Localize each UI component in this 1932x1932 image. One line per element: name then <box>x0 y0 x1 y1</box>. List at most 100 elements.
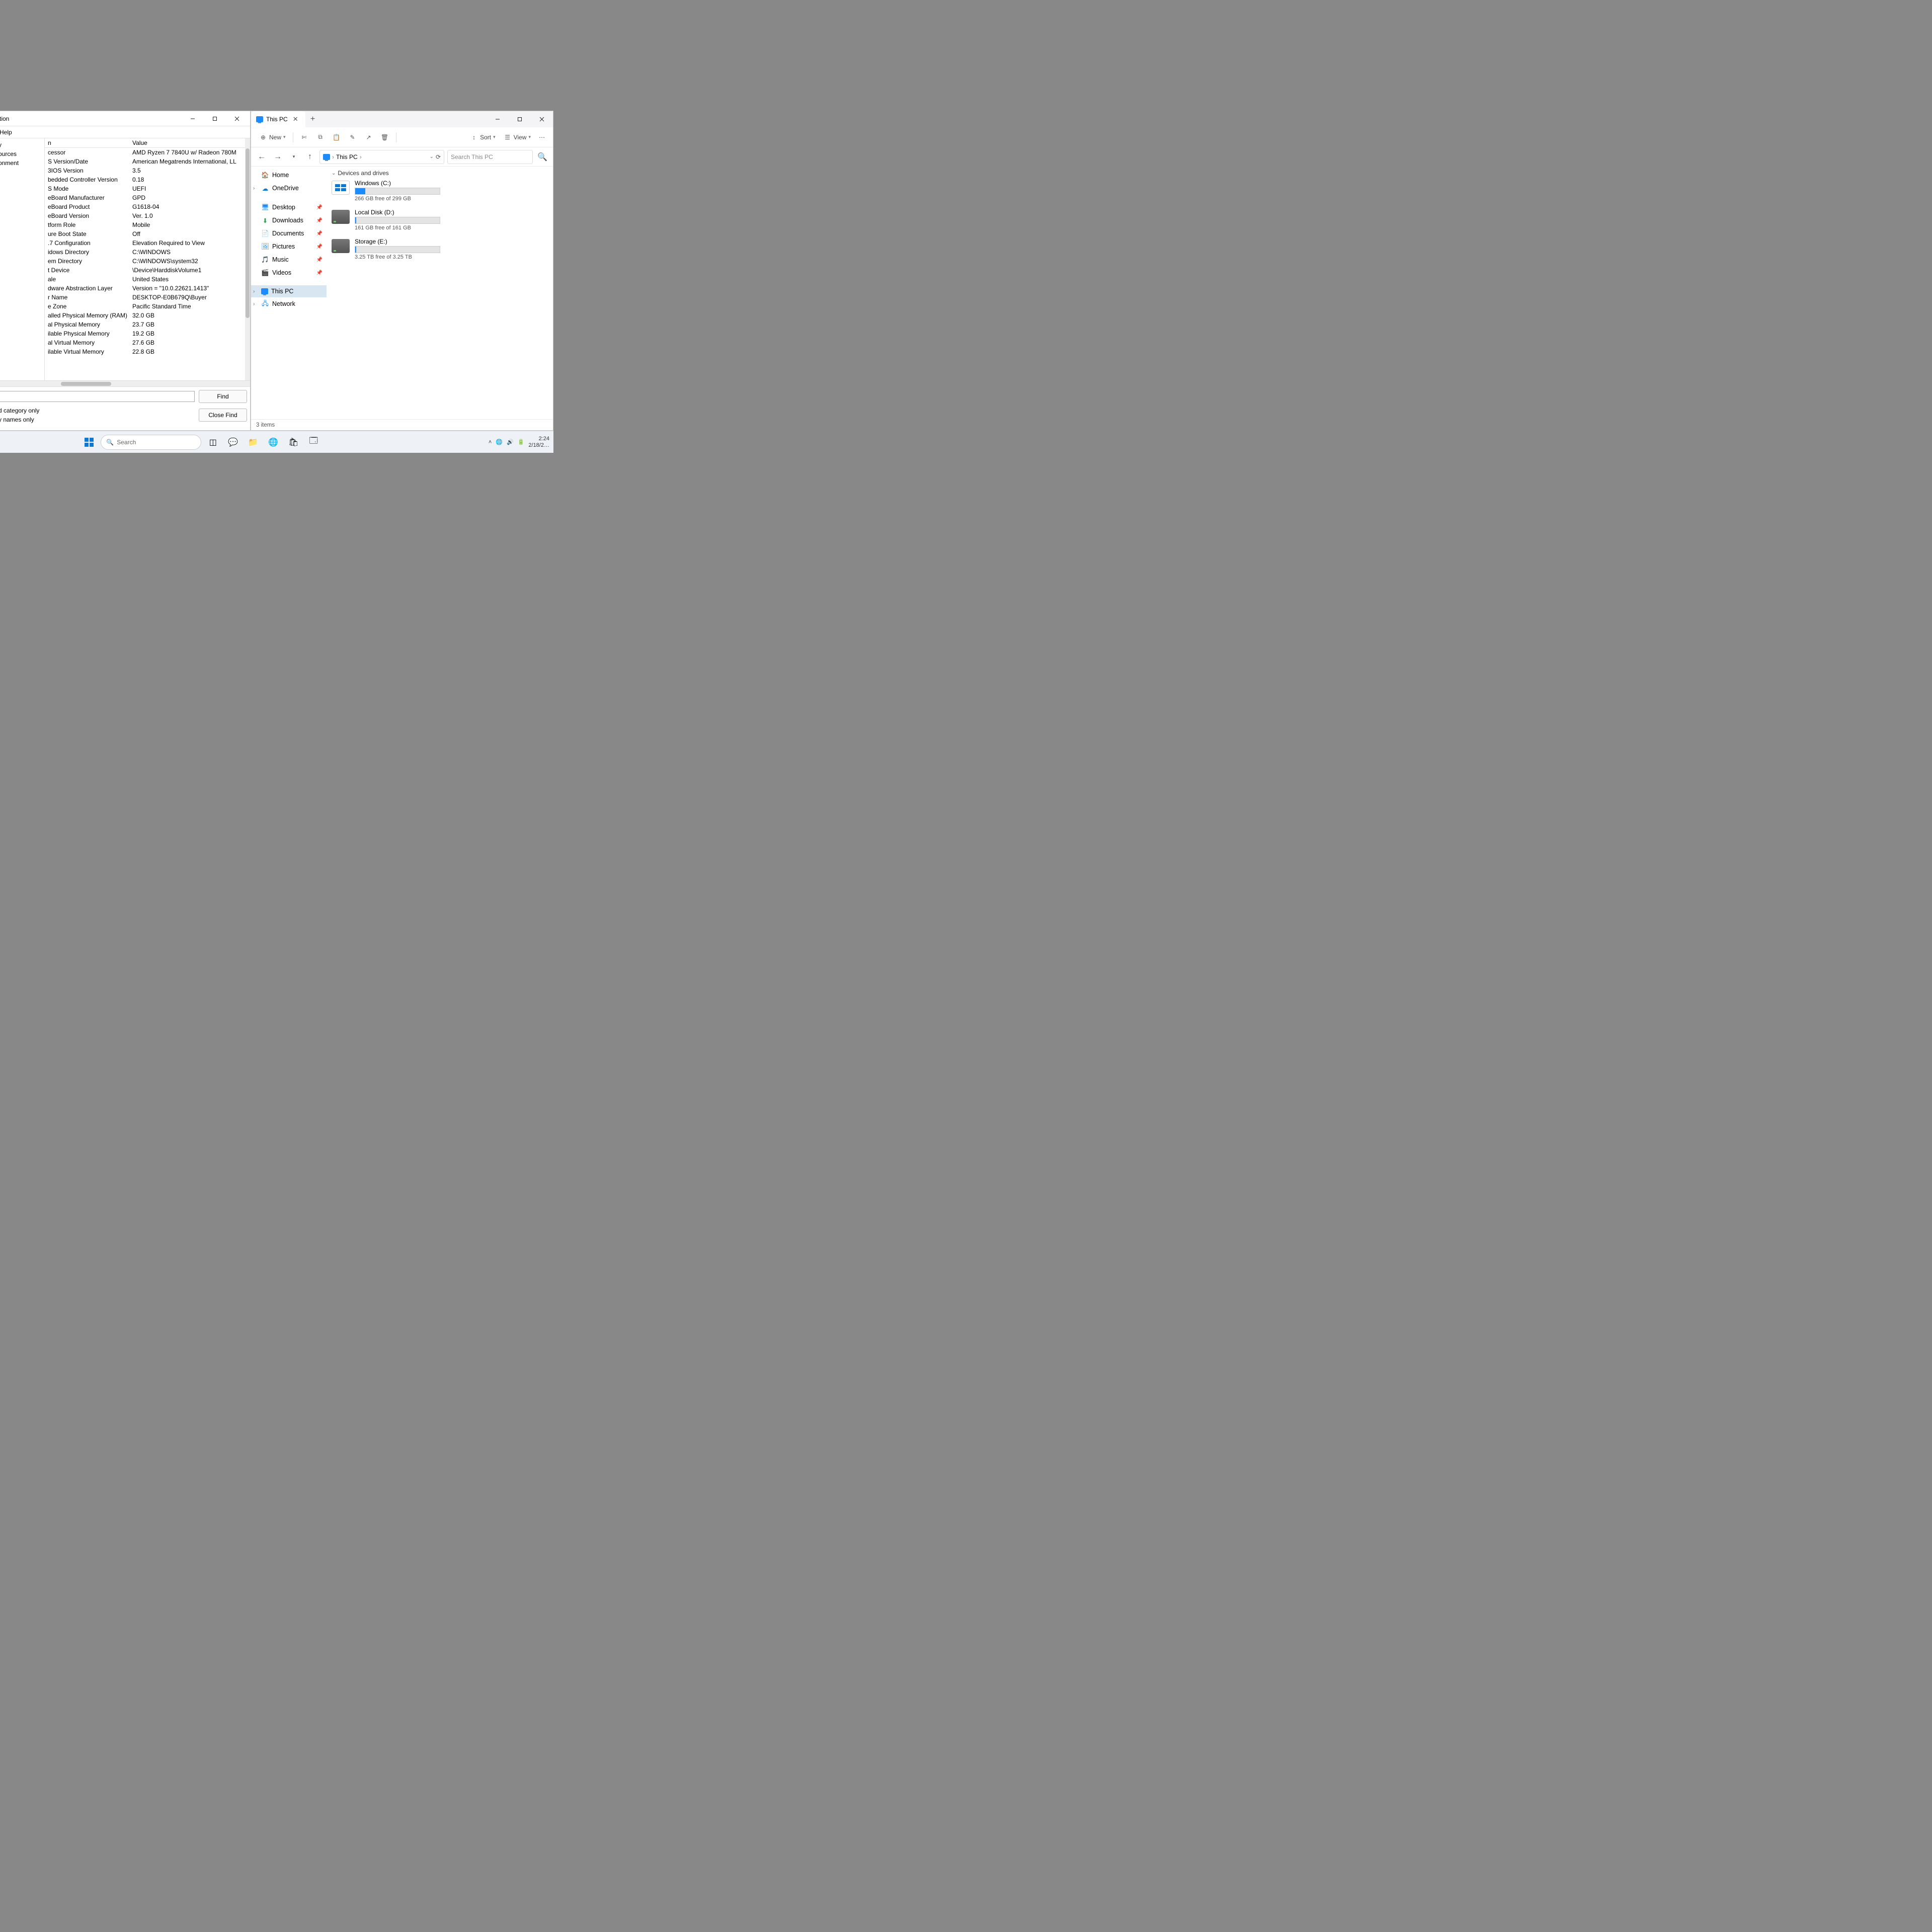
property-row[interactable]: eBoard ProductG1618-04 <box>45 202 245 211</box>
breadcrumb-item[interactable]: This PC <box>336 153 358 160</box>
col-item[interactable]: n <box>48 139 132 146</box>
property-row[interactable]: cessorAMD Ryzen 7 7840U w/ Radeon 780M <box>45 148 245 157</box>
start-button[interactable] <box>80 434 98 451</box>
system-tray[interactable]: ˄ 🌐 🔊 🔋 <box>489 439 525 445</box>
explorer-content[interactable]: ⌄ Devices and drives Windows (C:)266 GB … <box>327 167 553 419</box>
taskbar-app-generic[interactable]: 🗔 <box>305 434 322 451</box>
property-row[interactable]: eBoard ManufacturerGPD <box>45 193 245 202</box>
property-row[interactable]: em DirectoryC:\WINDOWS\system32 <box>45 257 245 266</box>
taskbar-app-explorer[interactable]: 📁 <box>245 434 262 451</box>
taskbar-clock[interactable]: 2:24 2/18/2… <box>528 436 549 448</box>
drive-item[interactable]: Storage (E:)3.25 TB free of 3.25 TB <box>332 238 548 260</box>
property-row[interactable]: aleUnited States <box>45 275 245 284</box>
property-row[interactable]: eBoard VersionVer. 1.0 <box>45 211 245 220</box>
maximize-button[interactable] <box>204 112 226 126</box>
close-find-button[interactable]: Close Find <box>199 409 247 422</box>
tree-item[interactable]: y <box>0 140 43 149</box>
copy-button[interactable]: ⧉ <box>313 131 328 143</box>
new-tab-button[interactable]: + <box>305 115 320 124</box>
tab-close-button[interactable]: ✕ <box>291 115 300 123</box>
drive-item[interactable]: Windows (C:)266 GB free of 299 GB <box>332 180 548 202</box>
search-placeholder: Search This PC <box>451 153 493 160</box>
share-button[interactable]: ↗ <box>362 131 376 143</box>
property-row[interactable]: ilable Physical Memory19.2 GB <box>45 329 245 338</box>
taskbar-search[interactable]: 🔍 Search <box>101 435 201 450</box>
property-row[interactable]: e ZonePacific Standard Time <box>45 302 245 311</box>
battery-icon[interactable]: 🔋 <box>518 439 525 445</box>
property-row[interactable]: ure Boot StateOff <box>45 229 245 238</box>
property-row[interactable]: 3IOS Version3.5 <box>45 166 245 175</box>
drive-item[interactable]: Local Disk (D:)161 GB free of 161 GB <box>332 209 548 231</box>
tree-item[interactable]: onment <box>0 158 43 168</box>
property-row[interactable]: bedded Controller Version0.18 <box>45 175 245 184</box>
chevron-right-icon[interactable]: › <box>253 186 255 191</box>
property-row[interactable]: r NameDESKTOP-E0B679Q\Buyer <box>45 293 245 302</box>
property-row[interactable]: t Device\Device\HarddiskVolume1 <box>45 266 245 275</box>
forward-button[interactable]: → <box>271 150 284 164</box>
col-value[interactable]: Value <box>132 139 242 146</box>
property-row[interactable]: idows DirectoryC:\WINDOWS <box>45 248 245 257</box>
search-input[interactable]: Search This PC <box>447 150 533 164</box>
delete-button[interactable]: 🗑 <box>378 131 392 143</box>
property-row[interactable]: ilable Virtual Memory22.8 GB <box>45 347 245 356</box>
recent-button[interactable]: ▾ <box>287 150 300 164</box>
nav-pictures[interactable]: 🖼Pictures📌 <box>251 240 327 253</box>
new-button[interactable]: ⊕ New ▾ <box>256 131 289 143</box>
find-option-category[interactable]: d category only <box>0 406 195 415</box>
scrollbar-vertical[interactable] <box>245 138 250 380</box>
close-button[interactable] <box>226 112 248 126</box>
group-devices-drives[interactable]: ⌄ Devices and drives <box>332 170 548 177</box>
taskbar-app-edge[interactable]: 🌐 <box>265 434 282 451</box>
more-button[interactable]: ⋯ <box>536 132 548 143</box>
property-row[interactable]: alled Physical Memory (RAM)32.0 GB <box>45 311 245 320</box>
nav-music[interactable]: 🎵Music📌 <box>251 253 327 266</box>
find-option-names[interactable]: y names only <box>0 415 195 424</box>
tree-item[interactable]: ources <box>0 149 43 158</box>
refresh-button[interactable]: ⟳ <box>436 153 441 160</box>
chevron-right-icon[interactable]: › <box>253 301 255 307</box>
property-row[interactable]: al Virtual Memory27.6 GB <box>45 338 245 347</box>
nav-downloads[interactable]: ⬇Downloads📌 <box>251 214 327 227</box>
sort-button[interactable]: ↕ Sort ▾ <box>467 131 499 143</box>
minimize-button[interactable] <box>487 112 509 126</box>
task-view-button[interactable]: ◫ <box>204 434 221 451</box>
property-row[interactable]: S ModeUEFI <box>45 184 245 193</box>
close-button[interactable] <box>531 112 553 126</box>
nav-documents[interactable]: 📄Documents📌 <box>251 227 327 240</box>
volume-icon[interactable]: 🔊 <box>507 439 514 445</box>
nav-this-pc[interactable]: ›This PC <box>251 285 327 297</box>
menu-help[interactable]: Help <box>0 129 12 136</box>
find-button[interactable]: Find <box>199 390 247 403</box>
chevron-down-icon[interactable]: ⌄ <box>430 154 434 159</box>
taskbar-app-chat[interactable]: 💬 <box>224 434 242 451</box>
property-row[interactable]: dware Abstraction LayerVersion = "10.0.2… <box>45 284 245 293</box>
sysinfo-titlebar[interactable]: tion <box>0 111 250 126</box>
back-button[interactable]: ← <box>255 150 268 164</box>
nav-desktop[interactable]: 🖥Desktop📌 <box>251 201 327 214</box>
property-row[interactable]: S Version/DateAmerican Megatrends Intern… <box>45 157 245 166</box>
nav-home[interactable]: 🏠Home <box>251 169 327 182</box>
taskbar-app-store[interactable]: 🛍 <box>285 434 302 451</box>
cut-button[interactable]: ✄ <box>297 131 311 143</box>
sysinfo-tree[interactable]: y ources onment <box>0 138 45 380</box>
minimize-button[interactable] <box>182 112 204 126</box>
find-input[interactable] <box>0 391 195 402</box>
explorer-tab[interactable]: This PC ✕ <box>251 111 305 127</box>
property-row[interactable]: tform RoleMobile <box>45 220 245 229</box>
rename-button[interactable]: ✎ <box>346 131 360 143</box>
property-row[interactable]: .7 ConfigurationElevation Required to Vi… <box>45 238 245 248</box>
chevron-right-icon[interactable]: › <box>253 289 255 294</box>
search-icon[interactable]: 🔍 <box>536 150 549 164</box>
scrollbar-horizontal[interactable] <box>0 380 250 386</box>
nav-videos[interactable]: 🎬Videos📌 <box>251 266 327 279</box>
language-icon[interactable]: 🌐 <box>496 439 503 445</box>
property-row[interactable]: al Physical Memory23.7 GB <box>45 320 245 329</box>
view-button[interactable]: ☰ View ▾ <box>501 131 534 143</box>
nav-onedrive[interactable]: ›☁OneDrive <box>251 182 327 195</box>
address-bar[interactable]: › This PC › ⌄ ⟳ <box>319 150 444 164</box>
maximize-button[interactable] <box>509 112 531 126</box>
up-button[interactable]: ↑ <box>303 150 316 164</box>
nav-network[interactable]: ›🖧Network <box>251 297 327 310</box>
tray-chevron-icon[interactable]: ˄ <box>489 439 492 445</box>
paste-button[interactable]: 📋 <box>330 131 344 143</box>
